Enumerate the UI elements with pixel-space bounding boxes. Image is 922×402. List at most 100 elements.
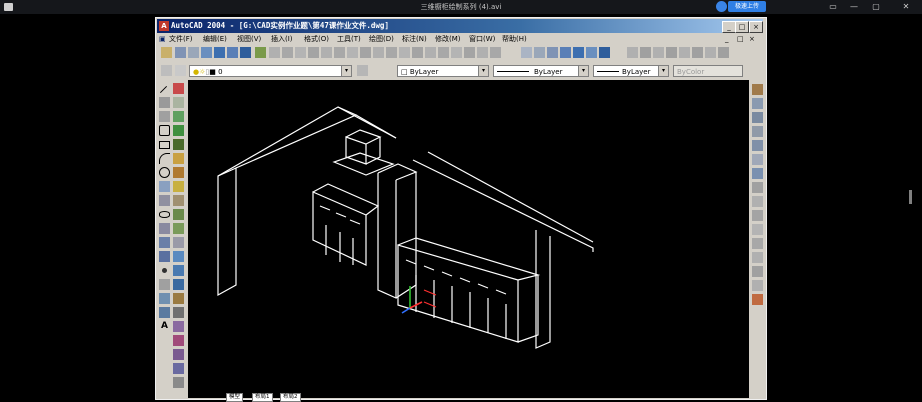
upload-button[interactable]: 极速上传 xyxy=(728,1,766,12)
menu-file[interactable]: 文件(F) xyxy=(169,34,193,45)
dim-radius-icon[interactable] xyxy=(308,47,319,58)
revolve-icon[interactable] xyxy=(173,321,184,332)
dropdown-arrow-icon[interactable]: ▾ xyxy=(578,66,588,76)
slice-icon[interactable] xyxy=(173,335,184,346)
section-icon[interactable] xyxy=(173,349,184,360)
circle-icon[interactable] xyxy=(159,167,170,178)
dim-diameter-icon[interactable] xyxy=(321,47,332,58)
trim-icon[interactable] xyxy=(173,209,184,220)
extrude-icon[interactable] xyxy=(173,307,184,318)
rectangle-icon[interactable] xyxy=(159,141,170,149)
next-tab-button[interactable]: ▸ xyxy=(206,393,214,400)
menu-window[interactable]: 窗口(W) xyxy=(469,34,495,45)
color-dropdown[interactable]: □ ByLayer ▾ xyxy=(397,65,489,77)
baseline-icon[interactable] xyxy=(360,47,371,58)
solids-icon-13[interactable] xyxy=(752,266,763,277)
dim-linear-icon[interactable] xyxy=(269,47,280,58)
sphere-icon[interactable] xyxy=(201,47,212,58)
make-block-icon[interactable] xyxy=(159,251,170,262)
solid-edit-icon-7[interactable] xyxy=(705,47,716,58)
table-icon[interactable] xyxy=(159,307,170,318)
extend-icon[interactable] xyxy=(173,223,184,234)
ucs-icon[interactable] xyxy=(175,47,186,58)
mirror-icon[interactable] xyxy=(173,111,184,122)
make-current-icon[interactable] xyxy=(357,65,368,76)
erase-icon[interactable] xyxy=(173,83,184,94)
arc-icon[interactable] xyxy=(159,153,170,164)
dim-edit-icon[interactable] xyxy=(425,47,436,58)
document-menu-icon[interactable]: ▣ xyxy=(159,34,166,45)
region-icon[interactable] xyxy=(159,293,170,304)
tolerance-icon[interactable] xyxy=(399,47,410,58)
point-icon[interactable] xyxy=(162,268,167,273)
insert-block-icon[interactable] xyxy=(159,237,170,248)
stretch-icon[interactable] xyxy=(173,195,184,206)
construction-line-icon[interactable] xyxy=(159,97,170,108)
solid-edit-icon-3[interactable] xyxy=(653,47,664,58)
ellipse-icon[interactable] xyxy=(159,211,170,218)
layer-states-icon[interactable] xyxy=(175,65,186,76)
cad-minimize-button[interactable]: _ xyxy=(722,21,736,33)
cad-maximize-button[interactable]: □ xyxy=(735,21,749,33)
tab-model[interactable]: 模型 xyxy=(226,393,244,402)
interfere-icon[interactable] xyxy=(173,363,184,374)
line-icon[interactable] xyxy=(159,85,168,94)
flat-shaded-icon[interactable] xyxy=(560,47,571,58)
break-point-icon[interactable] xyxy=(173,237,184,248)
cylinder-icon[interactable] xyxy=(214,47,225,58)
flat-edges-icon[interactable] xyxy=(586,47,597,58)
solid-edit-icon-6[interactable] xyxy=(692,47,703,58)
solid-edit-icon-8[interactable] xyxy=(718,47,729,58)
pencil-icon[interactable] xyxy=(752,84,763,95)
setup-icon[interactable] xyxy=(173,377,184,388)
pip-button[interactable]: ▭ xyxy=(827,1,839,13)
spline-icon[interactable] xyxy=(159,195,170,206)
hatch-icon[interactable] xyxy=(159,279,170,290)
lineweight-dropdown[interactable]: ByLayer ▾ xyxy=(593,65,669,77)
dropdown-arrow-icon[interactable]: ▾ xyxy=(341,66,351,76)
tab-layout1[interactable]: 布局1 xyxy=(252,393,273,402)
dim-angular-icon[interactable] xyxy=(334,47,345,58)
doc-close-button[interactable]: × xyxy=(749,34,755,45)
box-icon[interactable] xyxy=(188,47,199,58)
menu-modify[interactable]: 修改(M) xyxy=(435,34,461,45)
solids-icon-10[interactable] xyxy=(752,224,763,235)
menu-dimension[interactable]: 标注(N) xyxy=(402,34,427,45)
solids-icon-7[interactable] xyxy=(752,182,763,193)
hidden-icon[interactable] xyxy=(547,47,558,58)
menu-view[interactable]: 视图(V) xyxy=(237,34,261,45)
close-button[interactable]: ✕ xyxy=(900,1,912,13)
solids-icon-14[interactable] xyxy=(752,280,763,291)
solids-icon-4[interactable] xyxy=(752,140,763,151)
3d-wireframe-icon[interactable] xyxy=(534,47,545,58)
scale-icon[interactable] xyxy=(173,181,184,192)
move-icon[interactable] xyxy=(173,153,184,164)
doc-minimize-button[interactable]: _ xyxy=(725,34,729,45)
cloud-icon[interactable] xyxy=(716,1,727,12)
layer-manager-icon[interactable] xyxy=(161,65,172,76)
drawing-canvas[interactable] xyxy=(188,80,749,398)
dim-ordinate-icon[interactable] xyxy=(295,47,306,58)
gouraud-icon[interactable] xyxy=(573,47,584,58)
solids-icon-6[interactable] xyxy=(752,168,763,179)
offset-icon[interactable] xyxy=(173,125,184,136)
mtext-icon[interactable]: A xyxy=(159,321,170,332)
torus-icon[interactable] xyxy=(240,47,251,58)
menu-tools[interactable]: 工具(T) xyxy=(337,34,361,45)
solids-icon-15[interactable] xyxy=(752,294,763,305)
array-icon[interactable] xyxy=(173,139,184,150)
tab-layout2[interactable]: 布局2 xyxy=(280,393,301,402)
solid-edit-icon-4[interactable] xyxy=(666,47,677,58)
dropdown-arrow-icon[interactable]: ▾ xyxy=(658,66,668,76)
doc-restore-button[interactable]: □ xyxy=(737,34,744,45)
center-mark-icon[interactable] xyxy=(412,47,423,58)
break-icon[interactable] xyxy=(173,251,184,262)
last-tab-button[interactable]: ▸ xyxy=(215,393,223,400)
revcloud-icon[interactable] xyxy=(159,181,170,192)
wedge-icon[interactable] xyxy=(255,47,266,58)
solid-edit-icon-1[interactable] xyxy=(627,47,638,58)
ellipse-arc-icon[interactable] xyxy=(159,223,170,234)
solids-icon-3[interactable] xyxy=(752,126,763,137)
solids-icon-11[interactable] xyxy=(752,238,763,249)
explode-icon[interactable] xyxy=(173,293,184,304)
